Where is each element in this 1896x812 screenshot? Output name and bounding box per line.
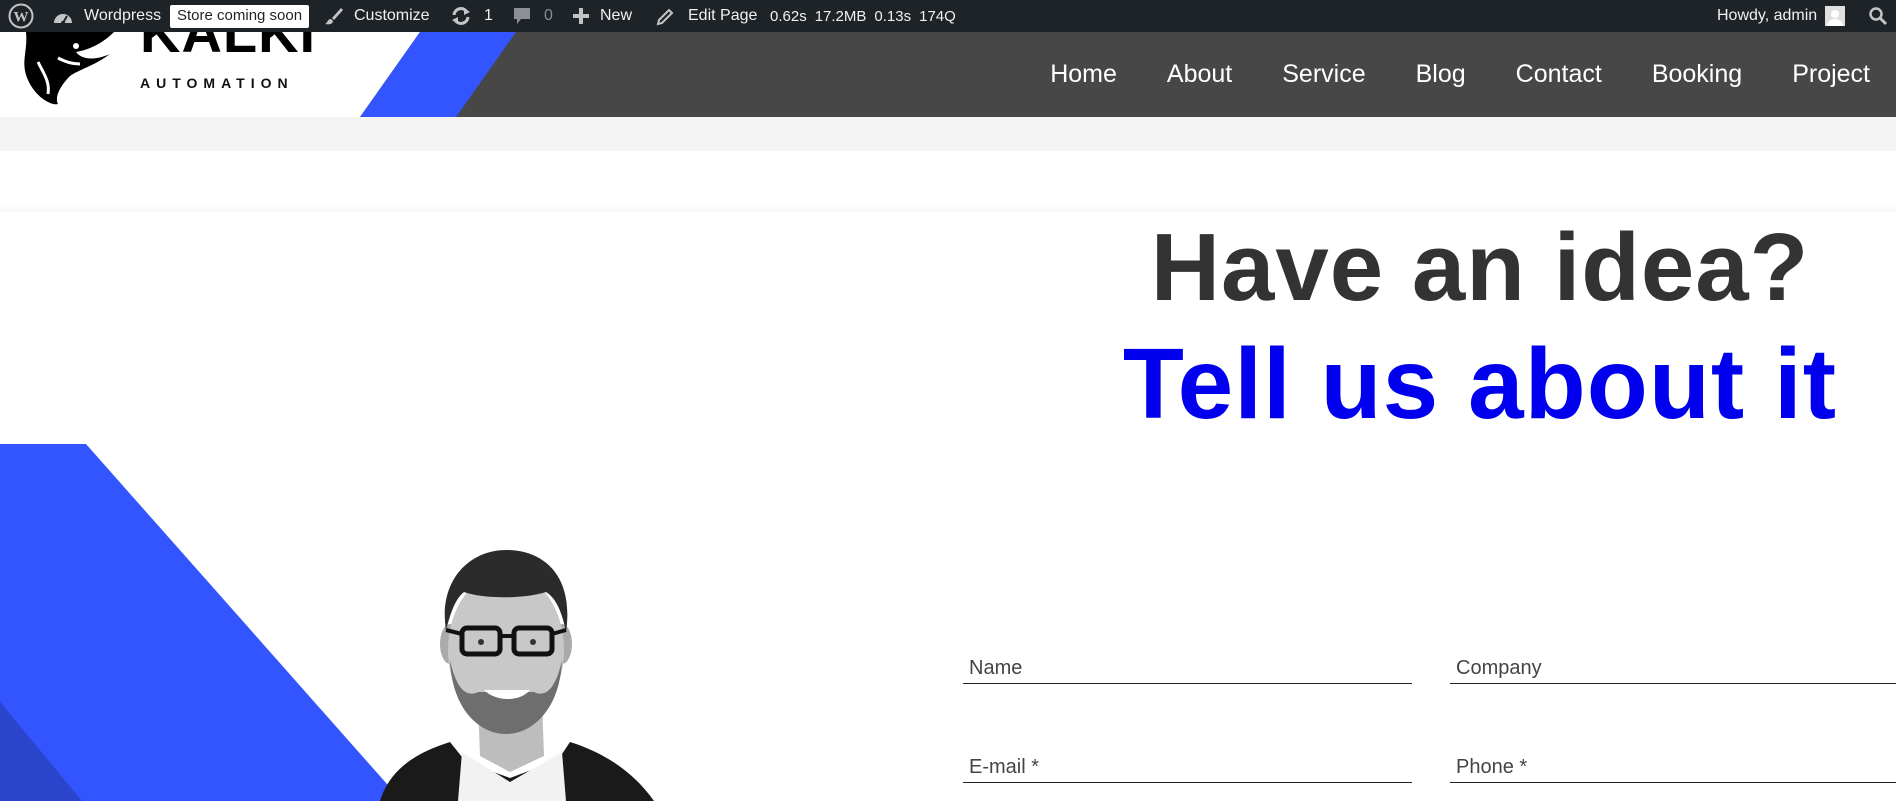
avatar — [1825, 6, 1846, 26]
edit-page-link[interactable]: Edit Page — [656, 0, 757, 32]
pencil-icon — [656, 6, 676, 26]
wordpress-logo-icon[interactable]: W — [8, 0, 34, 32]
nav-about[interactable]: About — [1167, 60, 1232, 89]
admin-bar-site[interactable]: Wordpress — [52, 0, 161, 32]
svg-text:W: W — [14, 10, 29, 26]
store-badge-label: Store coming soon — [170, 4, 310, 28]
brand-tagline: AUTOMATION — [140, 75, 294, 91]
search-icon[interactable] — [1868, 0, 1888, 32]
hero-subheadline: Tell us about it — [1122, 328, 1838, 440]
dashboard-icon — [52, 7, 74, 25]
howdy-label: Howdy, admin — [1717, 7, 1818, 24]
team-member-photo — [380, 550, 654, 801]
customize-link[interactable]: Customize — [324, 0, 430, 32]
new-label: New — [600, 7, 633, 24]
db-query-time: 0.13s — [874, 7, 912, 25]
name-input[interactable] — [963, 634, 1412, 682]
nav-home[interactable]: Home — [1050, 60, 1117, 89]
nav-booking[interactable]: Booking — [1652, 60, 1742, 89]
edit-page-label: Edit Page — [688, 7, 758, 24]
nav-service[interactable]: Service — [1282, 60, 1365, 89]
hawk-logo-icon[interactable] — [18, 32, 118, 107]
new-content-link[interactable]: New — [572, 0, 632, 32]
page-gen-time: 0.62s — [770, 7, 807, 25]
comments-count: 0 — [544, 7, 553, 24]
hero-headline: Have an idea? — [1150, 214, 1810, 321]
phone-field[interactable] — [1450, 733, 1896, 783]
memory-usage: 17.2MB — [814, 7, 867, 25]
nav-project[interactable]: Project — [1792, 60, 1870, 89]
store-coming-soon-badge[interactable]: Store coming soon — [170, 0, 310, 32]
decorative-blue-shape — [0, 444, 402, 801]
brand-name-text: KALKI — [140, 32, 316, 58]
plus-icon — [572, 7, 590, 25]
my-account-menu[interactable]: Howdy, admin — [1717, 0, 1846, 32]
company-input[interactable] — [1450, 634, 1896, 682]
email-field[interactable] — [963, 733, 1412, 783]
db-query-count: 174Q — [919, 7, 956, 25]
customize-label: Customize — [354, 7, 430, 24]
site-name: Wordpress — [84, 7, 162, 24]
brush-icon — [324, 6, 344, 26]
page-spacer-strip — [0, 117, 1896, 151]
updates-link[interactable]: 1 — [450, 0, 493, 32]
site-header: KALKI AUTOMATION Home About Service Blog… — [0, 32, 1896, 117]
comment-icon — [512, 6, 532, 26]
query-monitor-stats[interactable]: 0.62s 17.2MB 0.13s 174Q — [770, 0, 956, 32]
updates-count: 1 — [484, 7, 493, 24]
company-field[interactable] — [1450, 634, 1896, 684]
email-input[interactable] — [963, 733, 1412, 781]
comments-link[interactable]: 0 — [512, 0, 553, 32]
admin-bar: W Wordpress Store coming soon Customize … — [0, 0, 1896, 32]
phone-input[interactable] — [1450, 733, 1896, 781]
brand-name[interactable]: KALKI — [140, 32, 320, 58]
nav-blog[interactable]: Blog — [1416, 60, 1466, 89]
refresh-icon — [450, 6, 472, 26]
nav-contact[interactable]: Contact — [1516, 60, 1602, 89]
main-navigation: Home About Service Blog Contact Booking … — [1000, 32, 1896, 117]
name-field[interactable] — [963, 634, 1412, 684]
